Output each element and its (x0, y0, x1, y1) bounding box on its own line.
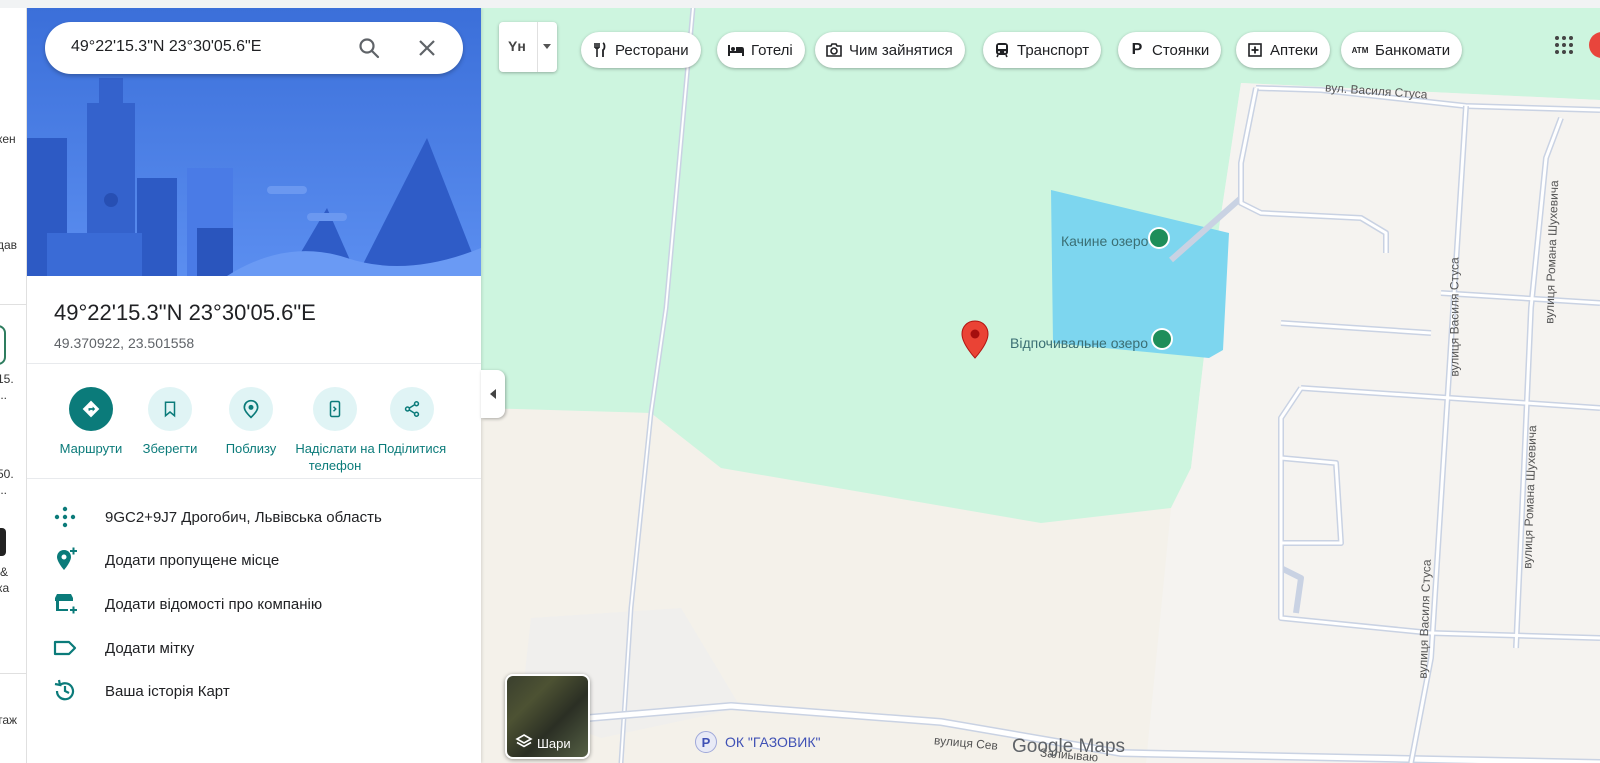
rail-label: таж (0, 713, 18, 727)
chip-label: Стоянки (1152, 41, 1210, 59)
park-poi-icon (1150, 229, 1168, 247)
plus-code-text: 9GC2+9J7 Дрогобич, Львівська область (105, 509, 382, 526)
add-label-text: Додати мітку (105, 640, 195, 657)
rail-item-selected[interactable] (0, 325, 6, 365)
layers-button[interactable]: Шари (505, 674, 590, 759)
chip-restaurants[interactable]: Ресторани (581, 32, 701, 68)
maps-history-row[interactable]: Ваша історія Карт (52, 676, 472, 706)
add-missing-place-row[interactable]: Додати пропущене місце (52, 545, 472, 575)
rail-label: ... (0, 388, 8, 402)
apps-grid-icon[interactable] (1553, 34, 1575, 56)
parking-icon: P (695, 731, 717, 753)
nearby-label: Поблизу (225, 441, 277, 456)
rail-thumbnail[interactable] (0, 528, 6, 556)
label-icon (53, 640, 77, 656)
chip-hotels[interactable]: Готелі (717, 32, 805, 68)
plus-code-row[interactable]: 9GC2+9J7 Дрогобич, Львівська область (52, 502, 472, 532)
plus-code-icon (54, 506, 76, 528)
directions-button[interactable]: Маршрути (47, 387, 135, 457)
rail-label: 50. (0, 467, 14, 481)
chip-label: Аптеки (1270, 41, 1319, 59)
share-label: Поділитися (377, 441, 447, 456)
transit-icon (993, 41, 1011, 59)
share-icon (390, 387, 434, 431)
rail-label: кен (0, 132, 16, 146)
street-label: вулиця Василя Стуса (1447, 257, 1462, 377)
bookmark-icon (148, 387, 192, 431)
save-button[interactable]: Зберегти (126, 387, 214, 457)
browser-top-strip (0, 0, 1600, 8)
add-missing-place-text: Додати пропущене місце (105, 552, 280, 569)
search-icon[interactable] (357, 36, 381, 60)
chip-atms[interactable]: ATM Банкомати (1341, 32, 1463, 68)
history-icon (54, 679, 75, 701)
chip-label: Транспорт (1017, 41, 1090, 59)
hotel-icon (727, 41, 745, 59)
search-box[interactable]: 49°22'15.3"N 23°30'05.6"E (45, 22, 463, 74)
google-maps-logo: Google Maps (1012, 736, 1126, 757)
divider (537, 22, 538, 72)
layers-icon (515, 734, 533, 748)
maps-history-text: Ваша історія Карт (105, 683, 230, 700)
hero-illustration: 49°22'15.3"N 23°30'05.6"E (27, 8, 481, 276)
directions-label: Маршрути (59, 441, 123, 456)
app-root: кен дав 15. ... 50. ... & ка таж (0, 0, 1600, 763)
chip-transit[interactable]: Транспорт (983, 32, 1102, 68)
parking-icon: P (1131, 41, 1143, 58)
chip-label: Банкомати (1375, 41, 1451, 59)
add-business-icon (55, 594, 77, 614)
lake-label[interactable]: Качине озеро (1061, 233, 1148, 249)
atm-icon: ATM (1351, 45, 1369, 55)
pharmacy-icon (1246, 41, 1264, 59)
park-poi-icon (1153, 330, 1171, 348)
rail-label: дав (0, 238, 18, 252)
chip-pharmacies[interactable]: Аптеки (1236, 32, 1331, 68)
send-to-phone-icon (313, 387, 357, 431)
language-toggle[interactable]: Yн (499, 22, 557, 72)
directions-icon (69, 387, 113, 431)
save-label: Зберегти (142, 441, 198, 456)
rail-divider (0, 673, 26, 674)
add-business-row[interactable]: Додати відомості про компанію (52, 589, 472, 619)
collapse-panel-button[interactable] (481, 370, 505, 418)
map-graphics (481, 8, 1600, 763)
add-place-icon (57, 547, 77, 570)
map-canvas[interactable] (481, 8, 1600, 763)
language-label: Yн (508, 38, 526, 54)
layers-label: Шари (537, 736, 571, 751)
chip-label: Ресторани (615, 41, 689, 59)
restaurant-icon (591, 41, 609, 59)
add-business-text: Додати відомості про компанію (105, 596, 323, 613)
lake-label[interactable]: Відпочивальне озеро (1010, 335, 1148, 351)
nearby-button[interactable]: Поблизу (207, 387, 295, 457)
nearby-icon (229, 387, 273, 431)
chip-parking[interactable]: P Стоянки (1118, 32, 1222, 68)
chip-things-to-do[interactable]: Чим зайнятися (815, 32, 965, 68)
rail-divider (0, 304, 26, 305)
camera-icon (825, 41, 843, 59)
left-rail: кен дав 15. ... 50. ... & ка таж (0, 0, 27, 763)
chevron-left-icon (490, 389, 496, 399)
place-coordinates: 49.370922, 23.501558 (54, 335, 195, 351)
search-input[interactable]: 49°22'15.3"N 23°30'05.6"E (71, 38, 261, 56)
add-label-row[interactable]: Додати мітку (52, 633, 472, 663)
chip-label: Чим зайнятися (849, 41, 953, 59)
divider (27, 363, 481, 364)
share-button[interactable]: Поділитися (368, 387, 456, 457)
rail-label: ... (0, 483, 8, 497)
chip-label: Готелі (751, 41, 793, 59)
divider (27, 478, 481, 479)
rail-label: ка (0, 581, 10, 595)
rail-label: & (0, 565, 9, 579)
close-icon[interactable] (415, 36, 439, 60)
place-panel: 49°22'15.3"N 23°30'05.6"E 49°22'15.3"N 2… (27, 8, 481, 763)
rail-label: 15. (0, 372, 14, 386)
parking-poi-name: ОК "ГАЗОВИК" (725, 734, 821, 750)
chevron-down-icon[interactable] (543, 44, 551, 49)
parking-poi[interactable]: P ОК "ГАЗОВИК" (695, 731, 820, 753)
place-title: 49°22'15.3"N 23°30'05.6"E (54, 300, 316, 325)
